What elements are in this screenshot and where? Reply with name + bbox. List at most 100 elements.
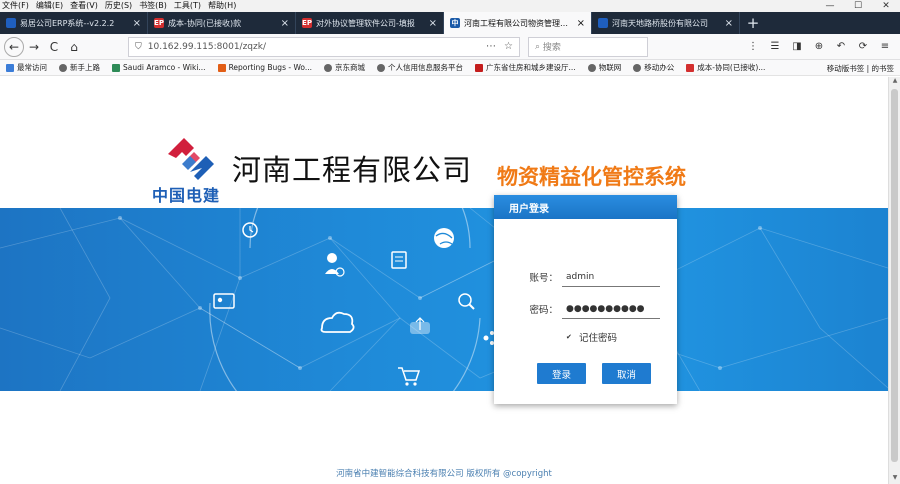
bookmark-item[interactable]: 物联网 xyxy=(587,62,621,73)
globe-icon xyxy=(59,63,67,72)
globe-icon xyxy=(587,63,596,72)
scroll-up-icon[interactable]: ▲ xyxy=(889,77,900,87)
tab-favicon-icon xyxy=(6,18,16,28)
password-row: 密码： xyxy=(494,299,677,319)
extension-icon[interactable]: ⊕ xyxy=(808,41,830,52)
remember-label: 记住密码 xyxy=(579,333,618,344)
tab-title: 对外协议管理软件公司-填报 xyxy=(316,18,415,28)
menu-view[interactable]: 查看(V) xyxy=(70,0,98,12)
maximize-button[interactable]: ☐ xyxy=(844,0,872,12)
network-graphic xyxy=(0,208,888,391)
url-text[interactable]: 10.162.99.115:8001/zqzk/ xyxy=(148,42,478,52)
menu-help[interactable]: 帮助(H) xyxy=(208,0,236,12)
tab-title: 河南天地路桥股份有限公司 xyxy=(612,18,708,28)
bookmark-item[interactable]: 最常访问 xyxy=(6,62,47,73)
logo-text: 中国电建 xyxy=(152,186,221,205)
home-button[interactable]: ⌂ xyxy=(64,37,84,57)
tab-favicon-icon: EP xyxy=(302,18,312,28)
window-controls: — ☐ ✕ xyxy=(816,0,900,12)
address-bar[interactable]: ⛉ 10.162.99.115:8001/zqzk/ ⋯ ☆ xyxy=(128,36,520,57)
search-box[interactable]: ⌕ 搜索 xyxy=(528,36,648,57)
tab-title: 河南工程有限公司物资管理系统 xyxy=(464,18,573,28)
page-content: 中国电建 河南工程有限公司 物资精益化管控系统 河南省中建智能综合科技有限公司 … xyxy=(0,77,888,484)
mobile-bookmarks[interactable]: 移动版书签 | 的书签 xyxy=(827,60,894,75)
password-input[interactable] xyxy=(562,299,660,319)
tab-close-icon[interactable]: × xyxy=(133,18,141,29)
bookmark-item[interactable]: Reporting Bugs - Wo... xyxy=(217,63,312,72)
login-button[interactable]: 登录 xyxy=(537,363,586,384)
password-label: 密码： xyxy=(529,305,558,316)
system-name: 物资精益化管控系统 xyxy=(497,165,686,189)
bookmark-item[interactable]: 京东商城 xyxy=(324,62,365,73)
tab-material-system[interactable]: 中 河南工程有限公司物资管理系统 × xyxy=(444,12,592,34)
cloud-icon xyxy=(320,311,355,333)
tab-close-icon[interactable]: × xyxy=(725,18,733,29)
company-name: 河南工程有限公司 xyxy=(232,153,473,187)
reader-icon[interactable]: ◨ xyxy=(786,41,808,52)
close-window-button[interactable]: ✕ xyxy=(872,0,900,12)
menu-bookmarks[interactable]: 书签(B) xyxy=(139,0,167,12)
undo-icon[interactable]: ↶ xyxy=(830,41,852,52)
hero-banner xyxy=(0,208,888,391)
globe-icon xyxy=(434,228,454,248)
tab-close-icon[interactable]: × xyxy=(577,18,585,29)
user-add-icon xyxy=(325,253,345,277)
bookmark-star-icon[interactable]: ☆ xyxy=(504,41,513,52)
tab-favicon-icon: 中 xyxy=(450,18,460,28)
shield-icon: ⛉ xyxy=(135,41,142,52)
tab-agreement[interactable]: EP 对外协议管理软件公司-填报 × xyxy=(296,12,444,34)
vertical-scrollbar[interactable]: ▲ ▼ xyxy=(888,77,900,484)
remember-password[interactable]: ✔ 记住密码 xyxy=(566,330,617,344)
tab-title: 成本-协同(已接收)款 xyxy=(168,18,242,28)
tab-cost[interactable]: EP 成本-协同(已接收)款 × xyxy=(148,12,296,34)
menu-tools[interactable]: 工具(T) xyxy=(174,0,201,12)
id-card-icon xyxy=(213,293,235,309)
footer-copyright: 河南省中建智能综合科技有限公司 版权所有 @copyright xyxy=(336,469,552,479)
back-button[interactable]: ← xyxy=(4,36,24,57)
account-label: 账号： xyxy=(529,273,558,284)
menu-edit[interactable]: 编辑(E) xyxy=(36,0,63,12)
tab-close-icon[interactable]: × xyxy=(429,18,437,29)
toolbar-icons: ⋮ ☰ ◨ ⊕ ↶ ⟳ ≡ xyxy=(742,41,896,52)
menu-history[interactable]: 历史(S) xyxy=(105,0,132,12)
cart-icon xyxy=(398,367,421,386)
bookmark-item[interactable]: 新手上路 xyxy=(59,62,100,73)
bug-icon xyxy=(217,63,226,72)
bookmark-item[interactable]: Saudi Aramco - Wiki... xyxy=(112,63,206,72)
bookmark-item[interactable]: 广东省住房和城乡建设厅... xyxy=(475,62,576,73)
tab-close-icon[interactable]: × xyxy=(281,18,289,29)
tab-tiandi[interactable]: 河南天地路桥股份有限公司 × xyxy=(592,12,740,34)
search-placeholder: 搜索 xyxy=(542,43,561,53)
new-tab-button[interactable]: + xyxy=(740,12,766,34)
scroll-down-icon[interactable]: ▼ xyxy=(889,474,900,484)
ep-icon xyxy=(686,63,695,72)
globe-icon xyxy=(324,63,333,72)
remember-checkbox[interactable]: ✔ xyxy=(566,333,574,341)
bookmarks-bar: 最常访问 新手上路 Saudi Aramco - Wiki... Reporti… xyxy=(0,60,900,76)
sidebar-icon[interactable]: ☰ xyxy=(764,41,786,52)
cancel-button[interactable]: 取消 xyxy=(602,363,651,384)
page-actions-icon[interactable]: ⋯ xyxy=(486,41,496,52)
tab-title: 易居公司ERP系统--v2.2.2 xyxy=(20,18,115,28)
navigation-bar: ← → C ⌂ ⛉ 10.162.99.115:8001/zqzk/ ⋯ ☆ ⌕… xyxy=(0,34,900,60)
globe-icon xyxy=(377,63,386,72)
bookmark-item[interactable]: 个人信用信息服务平台 xyxy=(377,62,463,73)
menu-bar: 文件(F) 编辑(E) 查看(V) 历史(S) 书签(B) 工具(T) 帮助(H… xyxy=(0,0,900,12)
scrollbar-thumb[interactable] xyxy=(891,89,898,462)
menu-icon[interactable]: ≡ xyxy=(874,41,896,52)
reload-button[interactable]: C xyxy=(44,37,64,57)
bookmark-item[interactable]: 移动办公 xyxy=(633,62,674,73)
sync-icon[interactable]: ⟳ xyxy=(852,41,874,52)
clock-icon xyxy=(242,222,258,238)
tab-bar: 易居公司ERP系统--v2.2.2 × EP 成本-协同(已接收)款 × EP … xyxy=(0,12,900,34)
forward-button[interactable]: → xyxy=(24,37,44,57)
tab-erp[interactable]: 易居公司ERP系统--v2.2.2 × xyxy=(0,12,148,34)
document-icon xyxy=(391,251,407,269)
bookmark-item[interactable]: 成本-协同(已接收)... xyxy=(686,62,765,73)
share-icon xyxy=(483,331,494,345)
account-input[interactable] xyxy=(562,267,660,287)
library-icon[interactable]: ⋮ xyxy=(742,41,764,52)
minimize-button[interactable]: — xyxy=(816,0,844,12)
account-row: 账号： xyxy=(494,267,677,287)
menu-file[interactable]: 文件(F) xyxy=(2,0,29,12)
